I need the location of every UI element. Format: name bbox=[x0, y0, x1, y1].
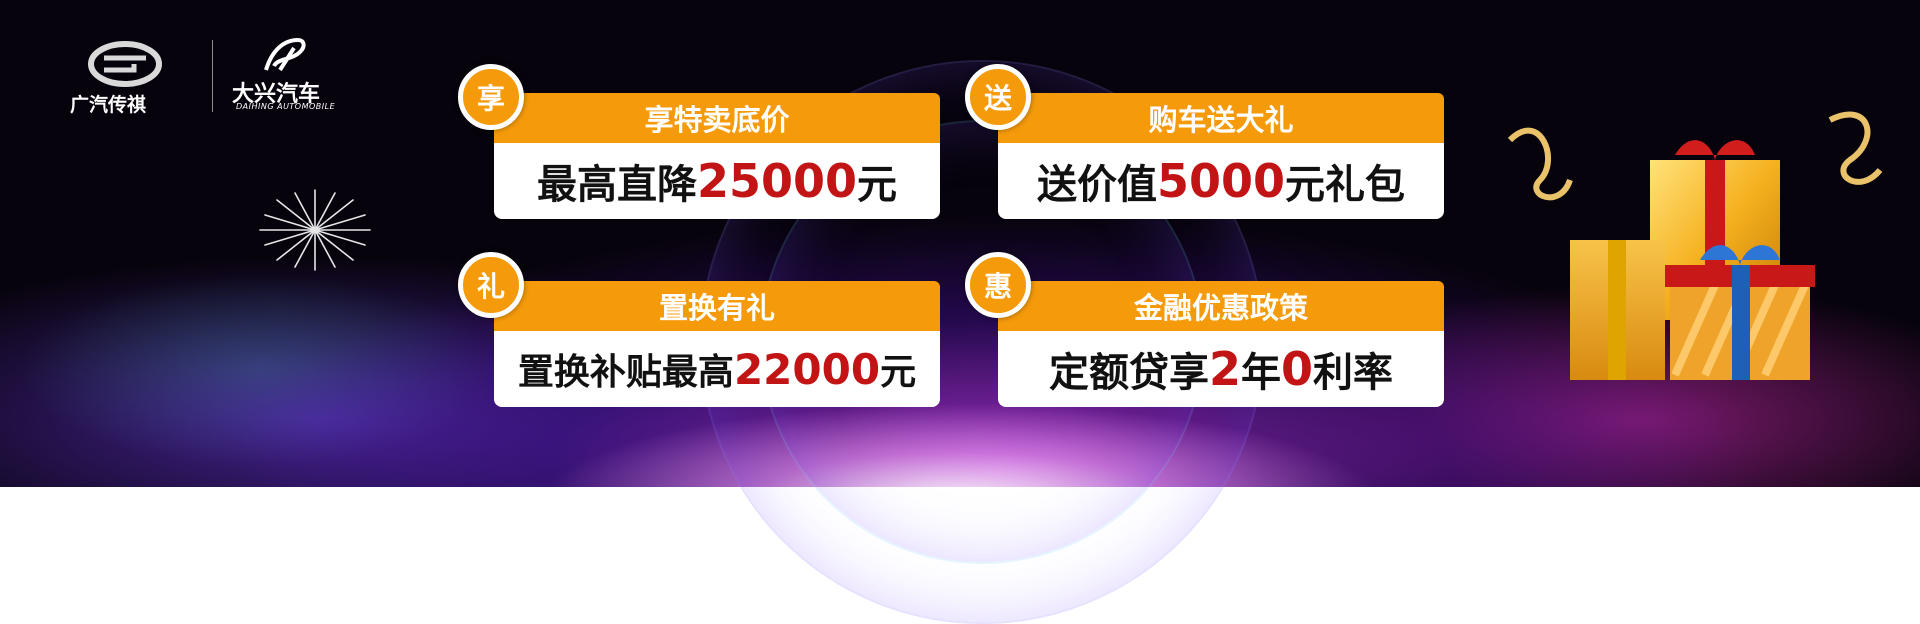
offer-badge: 礼 bbox=[458, 252, 524, 318]
offer-detail-text: 置换补贴最高 bbox=[517, 352, 734, 393]
offer-amount: 0 bbox=[1281, 342, 1314, 396]
offer-amount: 2 bbox=[1208, 342, 1241, 396]
offer-title: 置换有礼 bbox=[494, 281, 940, 331]
offer-detail: 最高直降 25000 元 bbox=[494, 143, 940, 219]
offer-amount: 5000 bbox=[1156, 154, 1286, 208]
offer-unit: 元 bbox=[880, 352, 917, 393]
offer-detail-text: 年 bbox=[1241, 350, 1281, 396]
offer-card-trade-in: 置换有礼 置换补贴最高 22000 元 bbox=[494, 281, 940, 407]
firework-icon bbox=[259, 189, 371, 271]
daihing-logo: 大兴汽车 DAIHING AUTOMOBILE bbox=[232, 36, 352, 116]
offer-badge: 享 bbox=[458, 64, 524, 130]
offer-detail: 置换补贴最高 22000 元 bbox=[494, 331, 940, 407]
offer-badge: 惠 bbox=[965, 252, 1031, 318]
offer-amount: 25000 bbox=[696, 154, 858, 208]
offer-detail-text: 最高直降 bbox=[536, 162, 697, 208]
gac-trumpchi-logo: 广汽传祺 bbox=[70, 40, 180, 116]
offer-amount: 22000 bbox=[733, 344, 881, 394]
offer-card-special-price: 享特卖底价 最高直降 25000 元 bbox=[494, 93, 940, 219]
offer-title: 享特卖底价 bbox=[494, 93, 940, 143]
offer-badge: 送 bbox=[965, 64, 1031, 130]
offer-card-purchase-gift: 购车送大礼 送价值 5000 元礼包 bbox=[998, 93, 1444, 219]
offer-detail-text: 送价值 bbox=[1036, 162, 1157, 208]
offer-unit: 元礼包 bbox=[1285, 162, 1406, 208]
offer-unit: 利率 bbox=[1313, 350, 1394, 396]
gift-boxes-icon bbox=[1507, 111, 1883, 380]
gac-emblem-icon bbox=[88, 41, 162, 87]
offer-title: 金融优惠政策 bbox=[998, 281, 1444, 331]
daihing-english-name: DAIHING AUTOMOBILE bbox=[236, 102, 336, 111]
offer-detail: 定额贷享 2 年 0 利率 bbox=[998, 331, 1444, 407]
offer-detail: 送价值 5000 元礼包 bbox=[998, 143, 1444, 219]
offer-unit: 元 bbox=[857, 162, 898, 208]
logo-divider bbox=[212, 40, 213, 112]
daihing-emblem-icon bbox=[264, 37, 306, 72]
offer-detail-text: 定额贷享 bbox=[1048, 350, 1209, 396]
offer-title: 购车送大礼 bbox=[998, 93, 1444, 143]
offer-card-financing: 金融优惠政策 定额贷享 2 年 0 利率 bbox=[998, 281, 1444, 407]
gac-brand-name: 广汽传祺 bbox=[70, 94, 147, 116]
